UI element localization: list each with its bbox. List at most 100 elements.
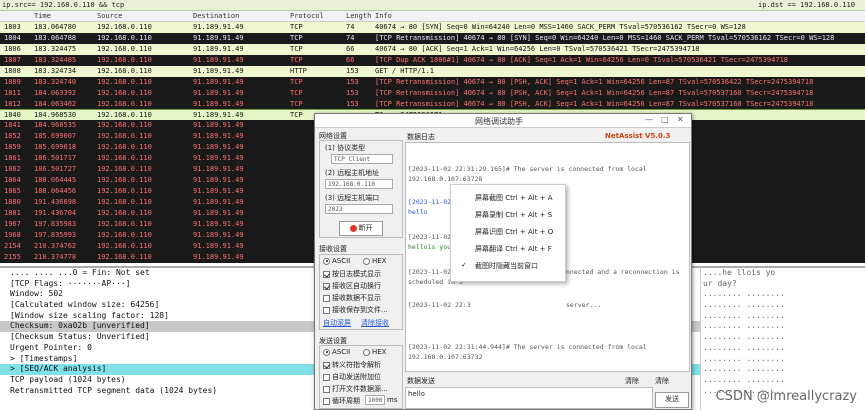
table-row[interactable]: 1806 183.324475 192.168.0.110 91.189.91.49 T…: [0, 43, 865, 55]
display-filter-left[interactable]: ip.src== 192.168.0.110 && tcp: [2, 1, 124, 9]
cell-time: 210.374762: [34, 241, 77, 250]
col-time[interactable]: Time: [34, 12, 51, 20]
close-icon[interactable]: ✕: [677, 115, 684, 124]
cell-len: 153: [346, 88, 359, 97]
cell-proto: TCP: [290, 55, 303, 64]
send-clear-button[interactable]: 清除: [625, 376, 639, 386]
recv-wrap-checkbox[interactable]: 接收区自动换行: [323, 281, 381, 291]
cell-no: 1861: [4, 154, 21, 163]
cell-dst: 91.189.91.49: [193, 198, 244, 206]
send-hex-radio[interactable]: HEX: [363, 348, 386, 356]
context-menu-item[interactable]: 屏幕识图 Ctrl + Alt + O: [475, 227, 553, 237]
display-filter-bar[interactable]: ip.src== 192.168.0.110 && tcp ip.dst == …: [0, 0, 865, 11]
cell-dst: 91.189.91.49: [193, 208, 244, 217]
table-row[interactable]: 1804 183.064788 192.168.0.110 91.189.91.49 T…: [0, 32, 865, 44]
hex-line: ........ ........: [703, 332, 785, 342]
context-menu-item[interactable]: 截图时隐藏当前窗口: [475, 261, 538, 271]
period-input[interactable]: 1000: [365, 395, 385, 405]
cell-len: 74: [346, 33, 355, 42]
send-escape-checkbox[interactable]: 转义符指令解析: [323, 360, 381, 370]
send-file-checkbox[interactable]: 打开文件数据源...: [323, 384, 388, 394]
cell-dst: 91.189.91.49: [193, 241, 244, 250]
cell-dst: 91.189.91.49: [193, 88, 244, 97]
log-fragment: nnected and a reconnection is: [566, 268, 680, 276]
cell-proto: TCP: [290, 44, 303, 53]
minimize-icon[interactable]: —: [645, 115, 653, 124]
recv-save-checkbox[interactable]: 接收保存到文件...: [323, 305, 388, 315]
cell-proto: TCP: [290, 88, 303, 97]
hex-line: ....he llois yo: [703, 268, 776, 277]
cell-src: 192.168.0.110: [97, 23, 152, 31]
period-unit: ms: [387, 396, 398, 404]
cell-time: 184.063392: [34, 88, 77, 97]
cell-dst: 91.189.91.49: [193, 55, 244, 64]
disconnect-button[interactable]: 断开: [339, 221, 383, 236]
col-length[interactable]: Length: [346, 12, 371, 20]
host-label: (2) 远程主机地址: [325, 169, 380, 177]
table-row[interactable]: 1809 183.324740 192.168.0.110 91.189.91.49 T…: [0, 76, 865, 88]
cell-len: 74: [346, 23, 355, 31]
cell-no: 1812: [4, 99, 21, 108]
send-button[interactable]: 发送: [655, 392, 689, 408]
watermark: CSDN @imreallycrazy: [715, 389, 857, 404]
host-input[interactable]: 192.168.0.110: [325, 179, 393, 189]
cell-no: 1852: [4, 132, 21, 141]
cell-len: 153: [346, 99, 359, 108]
protocol-label: (1) 协议类型: [325, 144, 366, 152]
cell-time: 183.324734: [34, 66, 77, 75]
cell-src: 192.168.0.110: [97, 219, 152, 228]
cell-proto: HTTP: [290, 66, 307, 75]
auto-scroll-link[interactable]: 自动滚屏: [323, 318, 351, 328]
screenshot-context-menu[interactable]: 屏幕截图 Ctrl + Alt + A 屏幕录制 Ctrl + Alt + S 屏幕…: [450, 184, 566, 282]
netassist-titlebar[interactable]: 网络调试助手 — □ ✕: [315, 114, 691, 128]
maximize-icon[interactable]: □: [661, 115, 669, 124]
recv-hide-checkbox[interactable]: 接收数据不显示: [323, 293, 381, 303]
cell-time: 183.324740: [34, 77, 77, 86]
table-row[interactable]: 1812 184.063402 192.168.0.110 91.189.91.49 T…: [0, 98, 865, 110]
send-append-checkbox[interactable]: 自动发送附加位: [323, 372, 381, 382]
table-row[interactable]: 1811 184.063392 192.168.0.110 91.189.91.49 T…: [0, 87, 865, 99]
col-protocol[interactable]: Protocol: [290, 12, 324, 20]
cell-no: 1840: [4, 110, 21, 119]
log-title: 数据日志: [407, 133, 435, 141]
cell-len: 153: [346, 77, 359, 86]
cell-src: 192.168.0.110: [97, 176, 152, 185]
recv-ascii-radio[interactable]: ASCII: [323, 257, 350, 265]
port-input[interactable]: 2023: [325, 204, 393, 214]
protocol-select[interactable]: TCP Client: [331, 154, 393, 164]
send-title: 数据发送: [407, 377, 435, 385]
send-loop-checkbox[interactable]: 循环周期: [323, 396, 360, 406]
col-source[interactable]: Source: [97, 12, 122, 20]
send-ascii-radio[interactable]: ASCII: [323, 348, 350, 356]
cell-dst: 91.189.91.49: [193, 176, 244, 185]
table-row[interactable]: 1808 183.324734 192.168.0.110 91.189.91.49 H…: [0, 65, 865, 77]
hex-line: ........ ........: [703, 342, 785, 352]
cell-src: 192.168.0.110: [97, 110, 152, 119]
cell-src: 192.168.0.110: [97, 77, 152, 86]
cell-time: 197.835983: [34, 219, 77, 228]
cell-time: 184.968535: [34, 121, 77, 130]
cell-time: 183.064788: [34, 33, 77, 42]
cell-time: 191.436698: [34, 198, 77, 206]
table-row[interactable]: 1807 183.324485 192.168.0.110 91.189.91.49 T…: [0, 54, 865, 66]
cell-no: 1967: [4, 219, 21, 228]
cell-no: 1865: [4, 187, 21, 196]
context-menu-item[interactable]: 屏幕翻译 Ctrl + Alt + F: [475, 244, 552, 254]
context-menu-item[interactable]: 屏幕截图 Ctrl + Alt + A: [475, 193, 553, 203]
cell-src: 192.168.0.110: [97, 241, 152, 250]
col-info[interactable]: Info: [375, 12, 392, 20]
table-row[interactable]: 1803 183.064780 192.168.0.110 91.189.91.49 T…: [0, 22, 865, 33]
display-filter-right[interactable]: ip.dst == 192.168.0.110: [758, 1, 855, 9]
cell-no: 1804: [4, 33, 21, 42]
context-menu-item[interactable]: 屏幕录制 Ctrl + Alt + S: [475, 210, 552, 220]
cell-info: [TCP Retransmission] 40674 → 80 [PSH, AC…: [375, 77, 814, 86]
col-destination[interactable]: Destination: [193, 12, 239, 20]
send-clear-button-2[interactable]: 清除: [655, 376, 669, 386]
cell-dst: 91.189.91.49: [193, 23, 244, 31]
send-input[interactable]: hello: [405, 387, 653, 409]
cell-time: 185.699007: [34, 132, 77, 141]
cell-time: 185.699018: [34, 143, 77, 152]
clear-recv-link[interactable]: 清除接收: [361, 318, 389, 328]
recv-log-mode-checkbox[interactable]: 按日志模式显示: [323, 269, 381, 279]
recv-hex-radio[interactable]: HEX: [363, 257, 386, 265]
